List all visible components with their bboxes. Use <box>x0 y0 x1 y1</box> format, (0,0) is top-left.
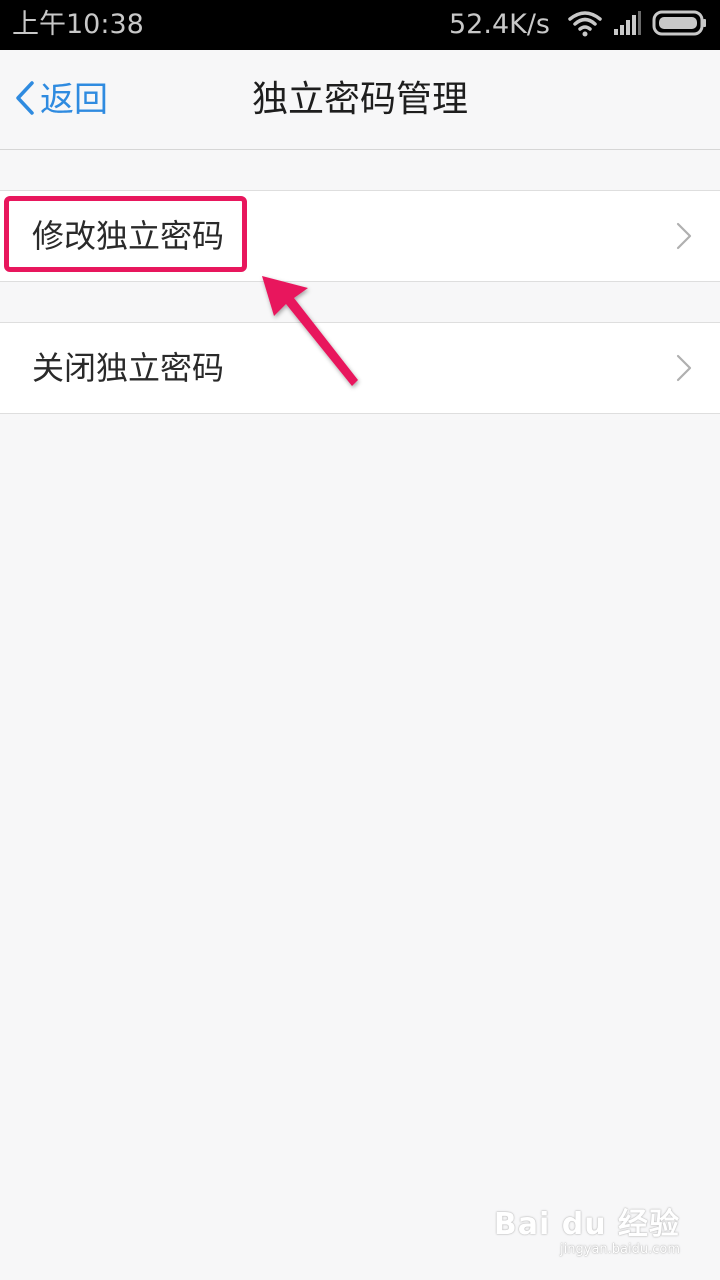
watermark-url: jingyan.baidu.com <box>560 1242 680 1257</box>
battery-icon <box>652 9 708 41</box>
network-speed: 52.4K/s <box>449 9 550 40</box>
chevron-right-icon <box>676 222 692 254</box>
status-time: 上午10:38 <box>12 9 144 40</box>
back-button[interactable]: 返回 <box>14 76 108 124</box>
menu-item-label: 修改独立密码 <box>32 217 225 255</box>
wifi-icon <box>568 9 602 41</box>
signal-icon <box>612 9 642 41</box>
status-right: 52.4K/s <box>449 8 708 42</box>
status-bar: 上午10:38 52.4K/s <box>0 0 720 50</box>
watermark-logo-text: Bai du 经验 <box>493 1207 680 1242</box>
menu-item-label: 关闭独立密码 <box>32 349 225 387</box>
watermark: Bai du 经验 jingyan.baidu.com <box>494 1208 680 1258</box>
back-label: 返回 <box>40 80 108 120</box>
chevron-left-icon <box>14 80 36 120</box>
menu-item-change-password[interactable]: 修改独立密码 <box>0 190 720 282</box>
chevron-right-icon <box>676 354 692 386</box>
nav-bar: 返回 独立密码管理 <box>0 50 720 150</box>
menu-item-close-password[interactable]: 关闭独立密码 <box>0 322 720 414</box>
page-title: 独立密码管理 <box>251 79 468 120</box>
